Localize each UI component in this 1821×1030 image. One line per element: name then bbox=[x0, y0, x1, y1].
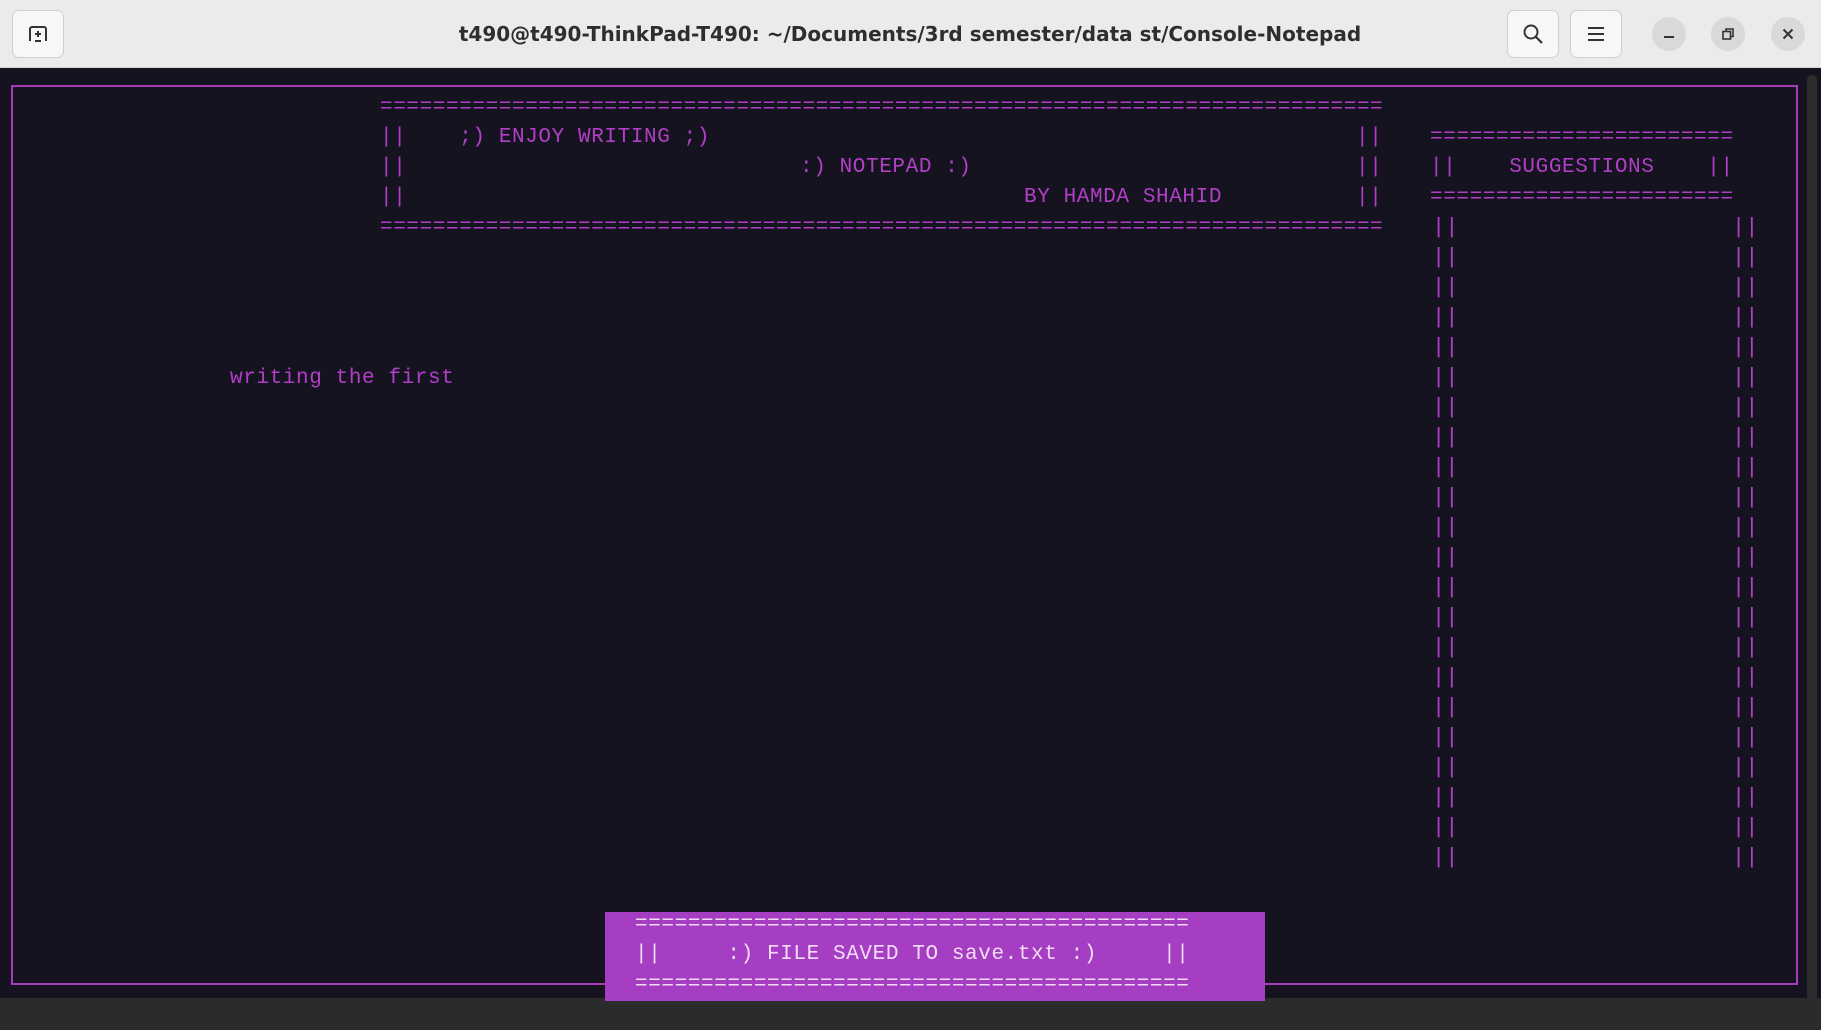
header-author: BY HAMDA SHAHID bbox=[1024, 186, 1223, 209]
menu-button[interactable] bbox=[1570, 10, 1622, 58]
close-button[interactable] bbox=[1771, 17, 1805, 51]
search-icon bbox=[1523, 24, 1543, 44]
minimize-button[interactable] bbox=[1652, 17, 1686, 51]
hamburger-menu-icon bbox=[1588, 27, 1604, 41]
terminal-area[interactable]: ======================= =================… bbox=[0, 69, 1821, 1030]
terminal-scrollbar[interactable] bbox=[1807, 75, 1817, 1005]
suggestions-mid-rule: ======================= bbox=[1430, 186, 1734, 209]
header-left-bar: || bbox=[380, 186, 407, 209]
minimize-icon bbox=[1664, 36, 1674, 38]
new-tab-icon bbox=[29, 26, 47, 42]
title-bar: t490@t490-ThinkPad-T490: ~/Documents/3rd… bbox=[0, 0, 1821, 68]
banner-message: || :) FILE SAVED TO save.txt :) || bbox=[635, 943, 1190, 966]
header-right-bar: || bbox=[1356, 126, 1383, 149]
suggestions-title: || SUGGESTIONS || bbox=[1430, 156, 1734, 179]
file-saved-banner: ========================================… bbox=[605, 912, 1265, 1001]
header-right-bar: || bbox=[1356, 186, 1383, 209]
restore-button[interactable] bbox=[1711, 17, 1745, 51]
window-title: t490@t490-ThinkPad-T490: ~/Documents/3rd… bbox=[458, 22, 1362, 46]
header-notepad-title: :) NOTEPAD :) bbox=[800, 156, 972, 179]
suggestions-top-rule: ======================= bbox=[1430, 126, 1734, 149]
suggestions-right-border: || || || || || || || || || || || || || |… bbox=[1732, 215, 1759, 870]
close-icon bbox=[1782, 28, 1794, 40]
terminal-bottom-strip bbox=[0, 998, 1821, 1030]
search-button[interactable] bbox=[1507, 10, 1559, 58]
new-tab-button[interactable] bbox=[12, 10, 64, 58]
header-enjoy-writing: || ;) ENJOY WRITING ;) bbox=[380, 126, 711, 149]
header-bottom-rule: ========================================… bbox=[380, 216, 1384, 239]
editor-text[interactable]: writing the first bbox=[230, 364, 454, 394]
banner-top-rule: ========================================… bbox=[635, 913, 1190, 936]
restore-icon bbox=[1722, 28, 1734, 40]
header-left-bar: || bbox=[380, 156, 407, 179]
banner-bottom-rule: ========================================… bbox=[635, 973, 1190, 996]
header-top-rule: ========================================… bbox=[380, 96, 1384, 119]
header-right-bar: || bbox=[1356, 156, 1383, 179]
suggestions-left-border: || || || || || || || || || || || || || |… bbox=[1432, 215, 1459, 870]
